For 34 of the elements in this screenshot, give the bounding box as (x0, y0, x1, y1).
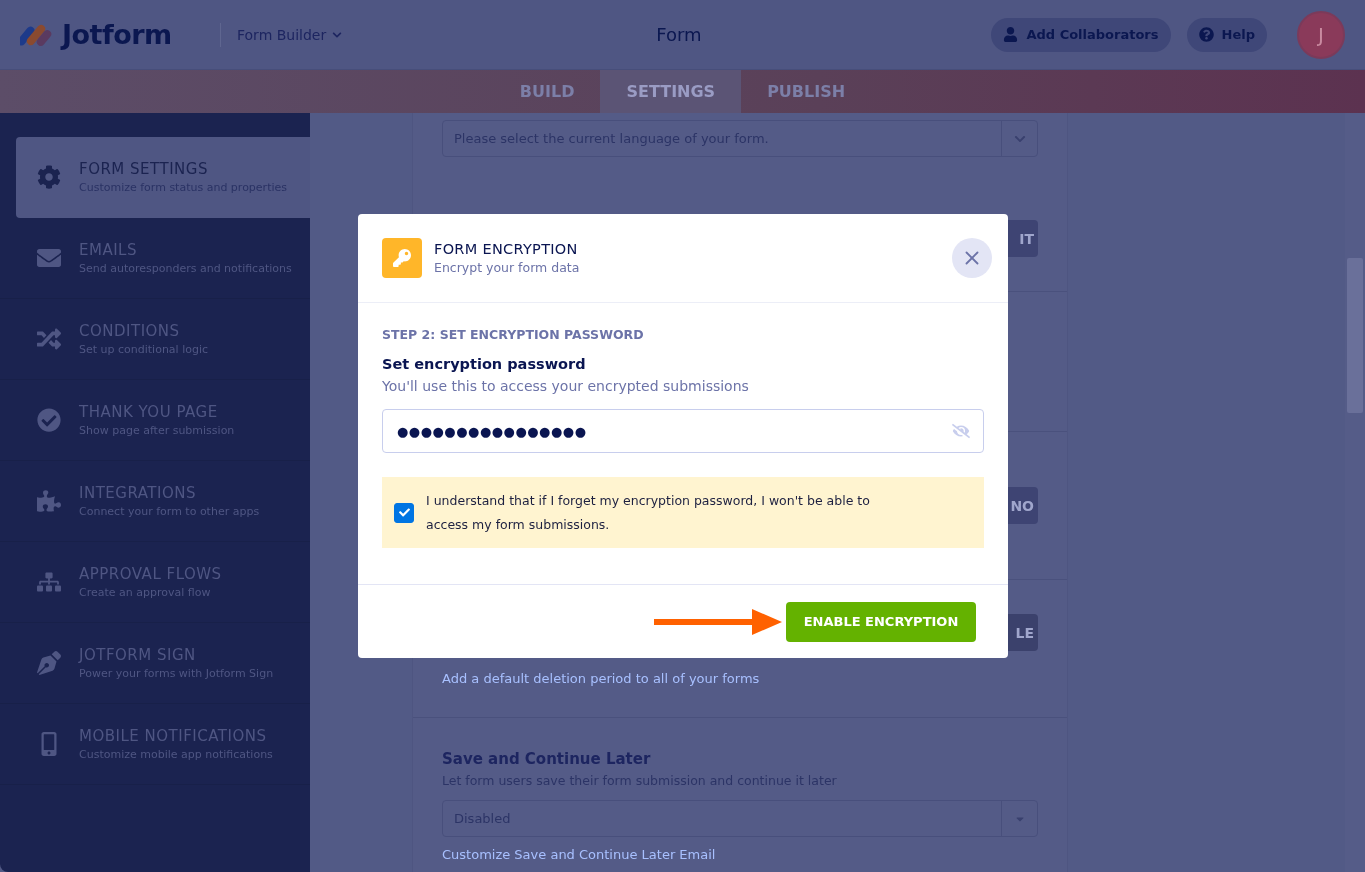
section-title: Save and Continue Later (442, 750, 652, 768)
gear-icon (37, 165, 61, 189)
agreement-text: I understand that if I forget my encryption password, I won't be able to access my form submissions. (426, 491, 871, 534)
action-button[interactable]: LE (1007, 614, 1038, 651)
envelope-icon (37, 246, 61, 270)
tab[interactable]: SETTINGS (600, 70, 742, 113)
checkbox[interactable] (394, 502, 414, 523)
dialog-subtitle: Encrypt your form data (434, 260, 581, 275)
logo-text: Jotform (62, 19, 172, 50)
flowchart-icon (37, 570, 61, 594)
pen-nib-icon (37, 651, 61, 675)
user-icon (1003, 27, 1019, 42)
help-icon (1198, 27, 1214, 42)
close-button[interactable] (952, 238, 992, 278)
page-title: Form (655, 24, 703, 45)
toggle-button[interactable]: NO (1007, 487, 1038, 524)
field-label: Set encryption password (382, 356, 587, 372)
user-avatar[interactable]: J (1297, 10, 1345, 59)
deletion-period-link[interactable]: Add a default deletion period to all of your forms (442, 671, 1038, 686)
action-button[interactable]: IT (1007, 220, 1038, 257)
shuffle-icon (37, 327, 61, 351)
dialog-title: FORM ENCRYPTION (434, 241, 579, 257)
step-label: STEP 2: SET ENCRYPTION PASSWORD (382, 327, 645, 342)
key-icon (382, 238, 422, 278)
password-field[interactable]: ●●●●●●●●●●●●●●●● (382, 409, 984, 453)
chevron-down-icon (332, 29, 343, 40)
customize-email-link[interactable]: Customize Save and Continue Later Email (442, 847, 1038, 862)
arrow-icon (654, 607, 782, 636)
check-icon (398, 507, 410, 518)
tab[interactable]: PUBLISH (741, 70, 872, 113)
enable-encryption-button[interactable]: ENABLE ENCRYPTION (786, 601, 976, 642)
puzzle-icon (37, 489, 61, 513)
tab[interactable]: BUILD (493, 70, 601, 113)
field-hint: You'll use this to access your encrypted submissions (382, 378, 750, 394)
